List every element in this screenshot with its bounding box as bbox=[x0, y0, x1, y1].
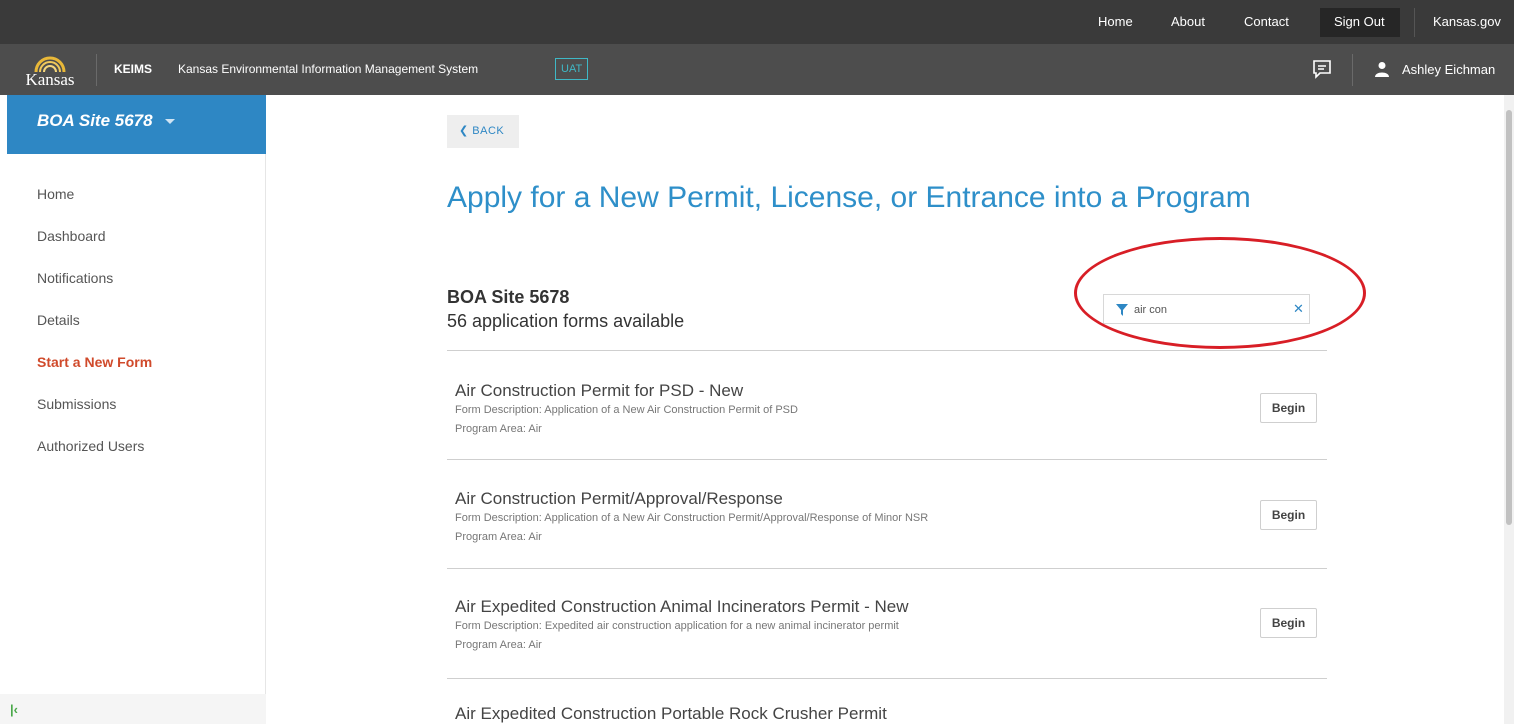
site-name-heading: BOA Site 5678 bbox=[447, 287, 570, 307]
environment-badge: UAT bbox=[555, 58, 589, 80]
annotation-ellipse bbox=[1074, 237, 1366, 349]
site-selector-label: BOA Site 5678 bbox=[37, 111, 153, 130]
user-icon[interactable] bbox=[1375, 61, 1389, 77]
top-link-home[interactable]: Home bbox=[1098, 0, 1133, 44]
svg-text:Kansas: Kansas bbox=[25, 70, 74, 89]
top-link-kansas-gov[interactable]: Kansas.gov bbox=[1433, 0, 1501, 44]
form-title: Air Construction Permit/Approval/Respons… bbox=[455, 489, 783, 508]
site-selector[interactable]: BOA Site 5678 bbox=[7, 95, 266, 154]
form-description: Form Description: Expedited air construc… bbox=[455, 620, 899, 632]
divider bbox=[447, 568, 1327, 569]
sidebar: BOA Site 5678 Home Dashboard Notificatio… bbox=[0, 95, 266, 724]
begin-button[interactable]: Begin bbox=[1260, 393, 1317, 423]
divider bbox=[447, 459, 1327, 460]
app-full-name: Kansas Environmental Information Managem… bbox=[178, 62, 479, 76]
logo-divider bbox=[96, 54, 97, 86]
top-link-contact[interactable]: Contact bbox=[1244, 0, 1289, 44]
user-divider bbox=[1352, 54, 1353, 86]
sidebar-item-start-new-form[interactable]: Start a New Form bbox=[37, 354, 152, 370]
feedback-chat-icon[interactable] bbox=[1312, 59, 1332, 79]
form-description: Form Description: Application of a New A… bbox=[455, 404, 798, 416]
app-short-name[interactable]: KEIMS bbox=[114, 44, 152, 95]
divider bbox=[447, 350, 1327, 351]
form-title: Air Construction Permit for PSD - New bbox=[455, 381, 744, 400]
form-title: Air Expedited Construction Animal Incine… bbox=[455, 597, 909, 616]
user-name[interactable]: Ashley Eichman bbox=[1402, 44, 1495, 95]
form-description: Form Description: Application of a New A… bbox=[455, 512, 929, 524]
app-header: Kansas KEIMS Kansas Environmental Inform… bbox=[0, 44, 1514, 95]
top-link-about[interactable]: About bbox=[1171, 0, 1205, 44]
kansas-logo[interactable]: Kansas bbox=[10, 50, 90, 90]
begin-button[interactable]: Begin bbox=[1260, 608, 1317, 638]
page-title: Apply for a New Permit, License, or Entr… bbox=[447, 181, 1251, 214]
back-button[interactable]: ❮ BACK bbox=[447, 115, 519, 148]
scrollbar[interactable] bbox=[1504, 95, 1514, 724]
collapse-sidebar-icon[interactable]: |‹ bbox=[10, 702, 18, 717]
sidebar-item-notifications[interactable]: Notifications bbox=[37, 270, 113, 286]
form-title: Air Expedited Construction Portable Rock… bbox=[455, 704, 887, 723]
top-utility-bar: Home About Contact Sign Out Kansas.gov bbox=[0, 0, 1514, 44]
sidebar-item-authorized-users[interactable]: Authorized Users bbox=[37, 438, 144, 454]
scrollbar-thumb[interactable] bbox=[1506, 110, 1512, 525]
chevron-left-icon: ❮ bbox=[459, 125, 469, 137]
divider bbox=[447, 678, 1327, 679]
sidebar-item-home[interactable]: Home bbox=[37, 186, 74, 202]
form-program-area: Program Area: Air bbox=[455, 423, 542, 435]
top-bar-divider bbox=[1414, 8, 1415, 37]
back-button-label: BACK bbox=[472, 125, 505, 137]
sidebar-item-dashboard[interactable]: Dashboard bbox=[37, 228, 106, 244]
chevron-down-icon bbox=[165, 119, 175, 124]
begin-button[interactable]: Begin bbox=[1260, 500, 1317, 530]
sidebar-item-details[interactable]: Details bbox=[37, 312, 80, 328]
form-program-area: Program Area: Air bbox=[455, 531, 542, 543]
sidebar-item-submissions[interactable]: Submissions bbox=[37, 396, 116, 412]
sign-out-button[interactable]: Sign Out bbox=[1334, 0, 1385, 44]
form-program-area: Program Area: Air bbox=[455, 639, 542, 651]
sidebar-footer: |‹ bbox=[0, 694, 266, 724]
forms-available-count: 56 application forms available bbox=[447, 311, 685, 331]
